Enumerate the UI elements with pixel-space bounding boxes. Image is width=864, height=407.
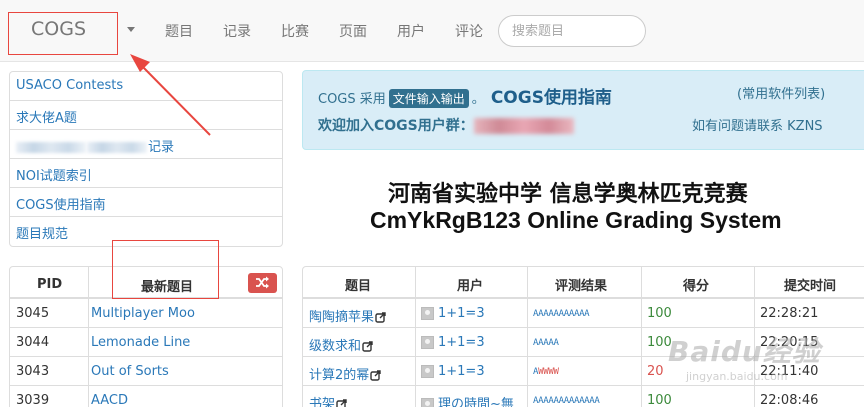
annotation-arrow [130, 54, 211, 136]
